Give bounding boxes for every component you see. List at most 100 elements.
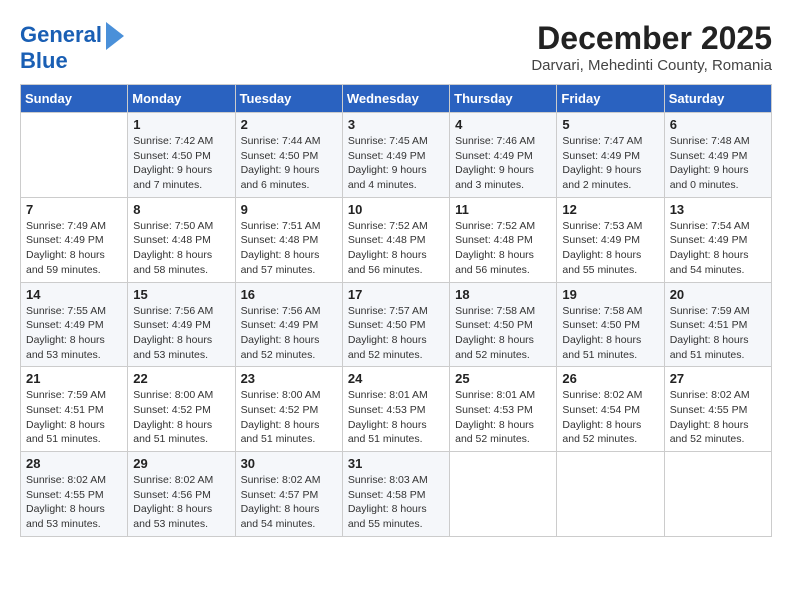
col-header-tuesday: Tuesday bbox=[235, 85, 342, 113]
day-info: Sunrise: 7:42 AMSunset: 4:50 PMDaylight:… bbox=[133, 134, 229, 193]
day-info: Sunrise: 7:47 AMSunset: 4:49 PMDaylight:… bbox=[562, 134, 658, 193]
day-info: Sunrise: 8:02 AMSunset: 4:54 PMDaylight:… bbox=[562, 388, 658, 447]
col-header-thursday: Thursday bbox=[450, 85, 557, 113]
logo-blue: Blue bbox=[20, 48, 68, 74]
day-number: 27 bbox=[670, 371, 766, 386]
day-number: 3 bbox=[348, 117, 444, 132]
day-info: Sunrise: 8:01 AMSunset: 4:53 PMDaylight:… bbox=[348, 388, 444, 447]
day-number: 23 bbox=[241, 371, 337, 386]
day-number: 28 bbox=[26, 456, 122, 471]
day-cell bbox=[21, 113, 128, 198]
day-cell: 23 Sunrise: 8:00 AMSunset: 4:52 PMDayligh… bbox=[235, 367, 342, 452]
day-cell: 24 Sunrise: 8:01 AMSunset: 4:53 PMDayligh… bbox=[342, 367, 449, 452]
day-number: 18 bbox=[455, 287, 551, 302]
day-info: Sunrise: 7:46 AMSunset: 4:49 PMDaylight:… bbox=[455, 134, 551, 193]
day-cell: 30 Sunrise: 8:02 AMSunset: 4:57 PMDayligh… bbox=[235, 452, 342, 537]
day-number: 31 bbox=[348, 456, 444, 471]
day-number: 5 bbox=[562, 117, 658, 132]
day-cell: 5 Sunrise: 7:47 AMSunset: 4:49 PMDaylight… bbox=[557, 113, 664, 198]
day-number: 11 bbox=[455, 202, 551, 217]
col-header-sunday: Sunday bbox=[21, 85, 128, 113]
day-number: 30 bbox=[241, 456, 337, 471]
day-info: Sunrise: 7:55 AMSunset: 4:49 PMDaylight:… bbox=[26, 304, 122, 363]
title-block: December 2025 Darvari, Mehedinti County,… bbox=[531, 20, 772, 74]
day-cell bbox=[664, 452, 771, 537]
day-info: Sunrise: 8:02 AMSunset: 4:57 PMDaylight:… bbox=[241, 473, 337, 532]
week-row-2: 7 Sunrise: 7:49 AMSunset: 4:49 PMDaylight… bbox=[21, 197, 772, 282]
day-number: 12 bbox=[562, 202, 658, 217]
day-number: 29 bbox=[133, 456, 229, 471]
location-subtitle: Darvari, Mehedinti County, Romania bbox=[531, 57, 772, 74]
day-cell: 6Sunrise: 7:48 AMSunset: 4:49 PMDaylight… bbox=[664, 113, 771, 198]
day-cell: 25 Sunrise: 8:01 AMSunset: 4:53 PMDayligh… bbox=[450, 367, 557, 452]
day-cell: 20Sunrise: 7:59 AMSunset: 4:51 PMDayligh… bbox=[664, 282, 771, 367]
day-cell: 15 Sunrise: 7:56 AMSunset: 4:49 PMDayligh… bbox=[128, 282, 235, 367]
day-cell: 29 Sunrise: 8:02 AMSunset: 4:56 PMDayligh… bbox=[128, 452, 235, 537]
day-number: 25 bbox=[455, 371, 551, 386]
day-number: 7 bbox=[26, 202, 122, 217]
day-cell: 1Sunrise: 7:42 AMSunset: 4:50 PMDaylight… bbox=[128, 113, 235, 198]
day-cell: 10 Sunrise: 7:52 AMSunset: 4:48 PMDayligh… bbox=[342, 197, 449, 282]
day-info: Sunrise: 7:59 AMSunset: 4:51 PMDaylight:… bbox=[26, 388, 122, 447]
day-number: 21 bbox=[26, 371, 122, 386]
day-info: Sunrise: 7:57 AMSunset: 4:50 PMDaylight:… bbox=[348, 304, 444, 363]
day-cell: 11 Sunrise: 7:52 AMSunset: 4:48 PMDayligh… bbox=[450, 197, 557, 282]
day-number: 14 bbox=[26, 287, 122, 302]
day-cell: 8Sunrise: 7:50 AMSunset: 4:48 PMDaylight… bbox=[128, 197, 235, 282]
day-info: Sunrise: 8:02 AMSunset: 4:56 PMDaylight:… bbox=[133, 473, 229, 532]
day-cell: 13Sunrise: 7:54 AMSunset: 4:49 PMDayligh… bbox=[664, 197, 771, 282]
day-info: Sunrise: 8:01 AMSunset: 4:53 PMDaylight:… bbox=[455, 388, 551, 447]
day-number: 24 bbox=[348, 371, 444, 386]
day-number: 6 bbox=[670, 117, 766, 132]
week-row-4: 21 Sunrise: 7:59 AMSunset: 4:51 PMDayligh… bbox=[21, 367, 772, 452]
day-number: 4 bbox=[455, 117, 551, 132]
day-info: Sunrise: 7:45 AMSunset: 4:49 PMDaylight:… bbox=[348, 134, 444, 193]
col-header-saturday: Saturday bbox=[664, 85, 771, 113]
day-cell: 12 Sunrise: 7:53 AMSunset: 4:49 PMDayligh… bbox=[557, 197, 664, 282]
day-info: Sunrise: 7:58 AMSunset: 4:50 PMDaylight:… bbox=[562, 304, 658, 363]
day-cell: 18 Sunrise: 7:58 AMSunset: 4:50 PMDayligh… bbox=[450, 282, 557, 367]
day-info: Sunrise: 8:02 AMSunset: 4:55 PMDaylight:… bbox=[670, 388, 766, 447]
day-info: Sunrise: 8:03 AMSunset: 4:58 PMDaylight:… bbox=[348, 473, 444, 532]
day-number: 17 bbox=[348, 287, 444, 302]
day-info: Sunrise: 7:56 AMSunset: 4:49 PMDaylight:… bbox=[241, 304, 337, 363]
day-info: Sunrise: 7:49 AMSunset: 4:49 PMDaylight:… bbox=[26, 219, 122, 278]
day-info: Sunrise: 7:58 AMSunset: 4:50 PMDaylight:… bbox=[455, 304, 551, 363]
col-header-monday: Monday bbox=[128, 85, 235, 113]
day-info: Sunrise: 7:53 AMSunset: 4:49 PMDaylight:… bbox=[562, 219, 658, 278]
day-cell: 4 Sunrise: 7:46 AMSunset: 4:49 PMDaylight… bbox=[450, 113, 557, 198]
day-cell: 7 Sunrise: 7:49 AMSunset: 4:49 PMDaylight… bbox=[21, 197, 128, 282]
day-cell: 27 Sunrise: 8:02 AMSunset: 4:55 PMDayligh… bbox=[664, 367, 771, 452]
day-info: Sunrise: 7:44 AMSunset: 4:50 PMDaylight:… bbox=[241, 134, 337, 193]
day-number: 9 bbox=[241, 202, 337, 217]
week-row-3: 14 Sunrise: 7:55 AMSunset: 4:49 PMDayligh… bbox=[21, 282, 772, 367]
day-cell: 19Sunrise: 7:58 AMSunset: 4:50 PMDayligh… bbox=[557, 282, 664, 367]
day-number: 20 bbox=[670, 287, 766, 302]
day-info: Sunrise: 7:50 AMSunset: 4:48 PMDaylight:… bbox=[133, 219, 229, 278]
day-cell bbox=[450, 452, 557, 537]
day-info: Sunrise: 7:52 AMSunset: 4:48 PMDaylight:… bbox=[455, 219, 551, 278]
day-info: Sunrise: 7:51 AMSunset: 4:48 PMDaylight:… bbox=[241, 219, 337, 278]
day-cell: 17 Sunrise: 7:57 AMSunset: 4:50 PMDayligh… bbox=[342, 282, 449, 367]
day-info: Sunrise: 7:56 AMSunset: 4:49 PMDaylight:… bbox=[133, 304, 229, 363]
day-cell: 3 Sunrise: 7:45 AMSunset: 4:49 PMDaylight… bbox=[342, 113, 449, 198]
col-header-friday: Friday bbox=[557, 85, 664, 113]
calendar-table: SundayMondayTuesdayWednesdayThursdayFrid… bbox=[20, 84, 772, 537]
day-number: 22 bbox=[133, 371, 229, 386]
day-cell: 22Sunrise: 8:00 AMSunset: 4:52 PMDayligh… bbox=[128, 367, 235, 452]
logo-text: General bbox=[20, 23, 102, 47]
logo: General Blue bbox=[20, 20, 124, 74]
day-cell: 2 Sunrise: 7:44 AMSunset: 4:50 PMDaylight… bbox=[235, 113, 342, 198]
day-info: Sunrise: 8:00 AMSunset: 4:52 PMDaylight:… bbox=[241, 388, 337, 447]
day-cell: 26Sunrise: 8:02 AMSunset: 4:54 PMDayligh… bbox=[557, 367, 664, 452]
day-info: Sunrise: 8:02 AMSunset: 4:55 PMDaylight:… bbox=[26, 473, 122, 532]
week-row-1: 1Sunrise: 7:42 AMSunset: 4:50 PMDaylight… bbox=[21, 113, 772, 198]
day-cell: 31 Sunrise: 8:03 AMSunset: 4:58 PMDayligh… bbox=[342, 452, 449, 537]
day-number: 15 bbox=[133, 287, 229, 302]
day-cell bbox=[557, 452, 664, 537]
day-number: 2 bbox=[241, 117, 337, 132]
day-number: 10 bbox=[348, 202, 444, 217]
day-info: Sunrise: 7:54 AMSunset: 4:49 PMDaylight:… bbox=[670, 219, 766, 278]
month-title: December 2025 bbox=[531, 20, 772, 57]
day-info: Sunrise: 7:52 AMSunset: 4:48 PMDaylight:… bbox=[348, 219, 444, 278]
